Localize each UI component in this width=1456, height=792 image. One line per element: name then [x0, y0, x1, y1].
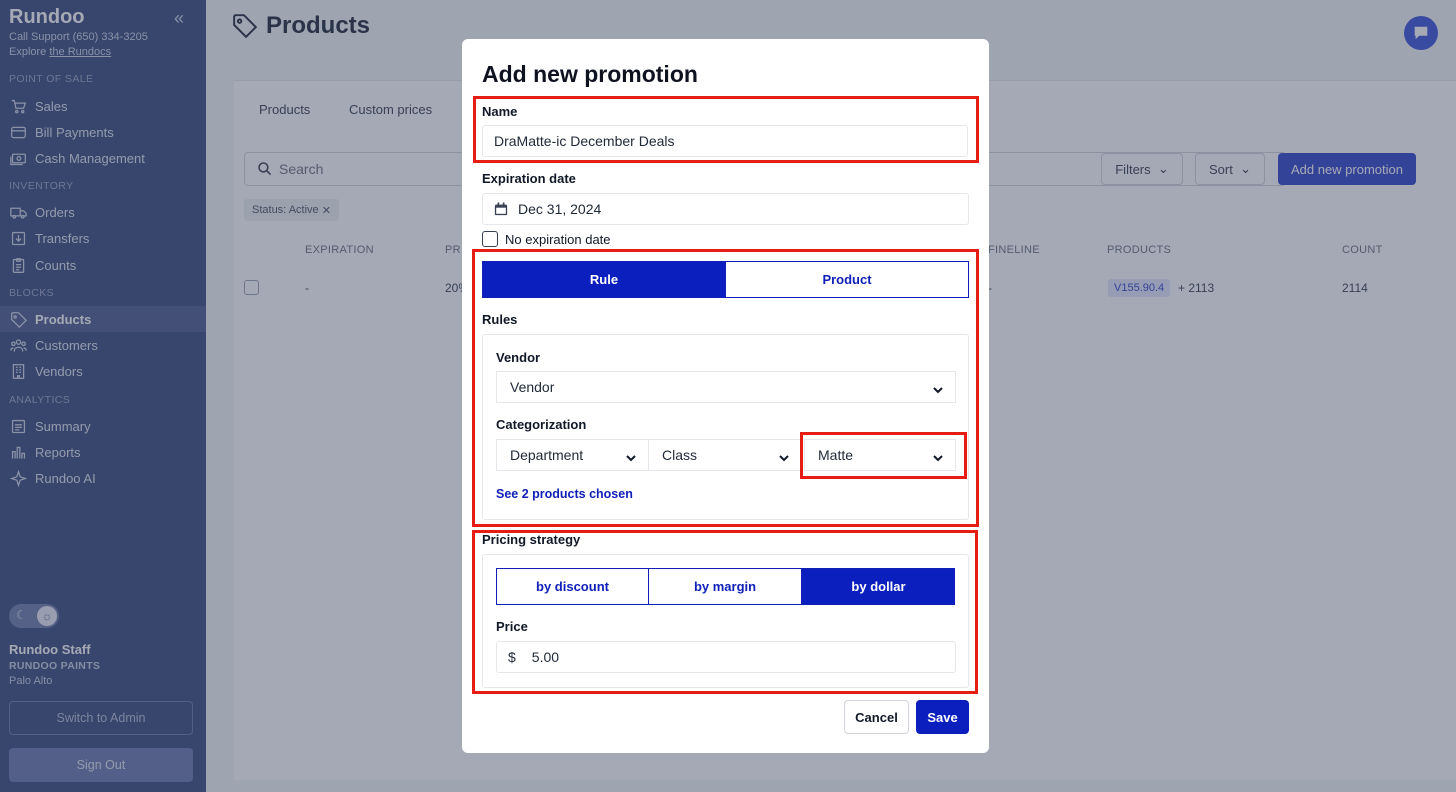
- no-expiration-checkbox-row[interactable]: No expiration date: [482, 231, 611, 247]
- calendar-icon: [494, 202, 508, 216]
- annotation-box-fineline: [800, 432, 967, 479]
- modal-title: Add new promotion: [482, 61, 698, 87]
- expiration-label: Expiration date: [482, 171, 576, 186]
- no-expiration-checkbox[interactable]: [482, 231, 498, 247]
- annotation-box-pricing: [472, 530, 978, 694]
- annotation-box-name: [473, 96, 979, 163]
- annotation-box-rules: [472, 249, 979, 527]
- cancel-button[interactable]: Cancel: [844, 700, 909, 734]
- save-button[interactable]: Save: [916, 700, 969, 734]
- expiration-date-input[interactable]: Dec 31, 2024: [482, 193, 969, 225]
